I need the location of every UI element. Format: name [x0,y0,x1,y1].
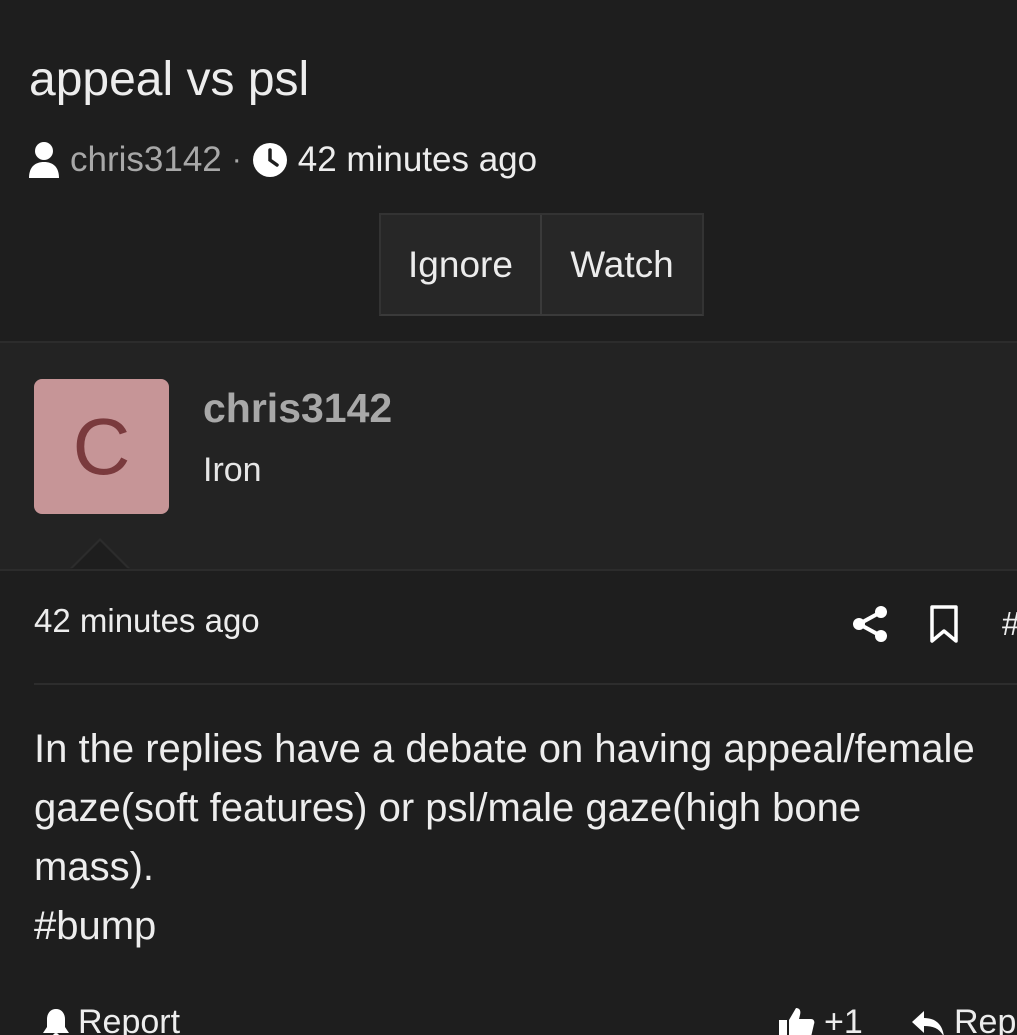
reply-label: Reply [954,1003,1017,1035]
avatar[interactable]: C [34,379,169,514]
post-footer: Report +1 Reply [0,995,1017,1035]
ignore-button[interactable]: Ignore [381,215,542,314]
author-caret-fill [72,541,128,569]
clock-icon [252,142,288,178]
hashtag-link[interactable]: #bump [34,897,1017,956]
report-label: Report [78,1003,181,1035]
thread-button-group: Ignore Watch [379,213,704,316]
reply-button[interactable]: Reply [910,1003,1017,1035]
post-author-rank: Iron [203,451,262,489]
thread-author-link[interactable]: chris3142 [70,140,222,180]
post-body: In the replies have a debate on having a… [34,720,1017,956]
upvote-count: +1 [824,1003,863,1035]
thumbs-up-icon [779,1007,815,1035]
post-actions: # [850,603,1017,645]
post-author-band: C chris3142 Iron [0,341,1017,571]
post-body-line: gaze(soft features) or psl/male gaze(hig… [34,786,862,830]
watch-button[interactable]: Watch [542,215,702,314]
post-author-name[interactable]: chris3142 [203,385,392,432]
post-divider [34,683,1017,685]
report-button[interactable]: Report [40,1003,180,1035]
thread-header: appeal vs psl chris3142 · 42 minutes ago… [0,0,1017,340]
post-time[interactable]: 42 minutes ago [34,602,260,640]
post-permalink-hash[interactable]: # [1002,605,1017,643]
user-icon [28,141,60,179]
post-body-line: In the replies have a debate on having a… [34,727,975,771]
share-icon[interactable] [850,604,890,644]
upvote-button[interactable]: +1 [778,1003,863,1035]
thread-time: 42 minutes ago [297,140,538,179]
thread-meta: chris3142 · 42 minutes ago [28,138,537,182]
post-body-line: mass). [34,845,154,889]
page: appeal vs psl chris3142 · 42 minutes ago… [0,0,1017,1035]
meta-separator: · [231,143,242,176]
bookmark-icon[interactable] [924,604,964,644]
thread-title: appeal vs psl [29,53,310,106]
bell-icon [43,1008,69,1035]
reply-icon [912,1010,944,1035]
